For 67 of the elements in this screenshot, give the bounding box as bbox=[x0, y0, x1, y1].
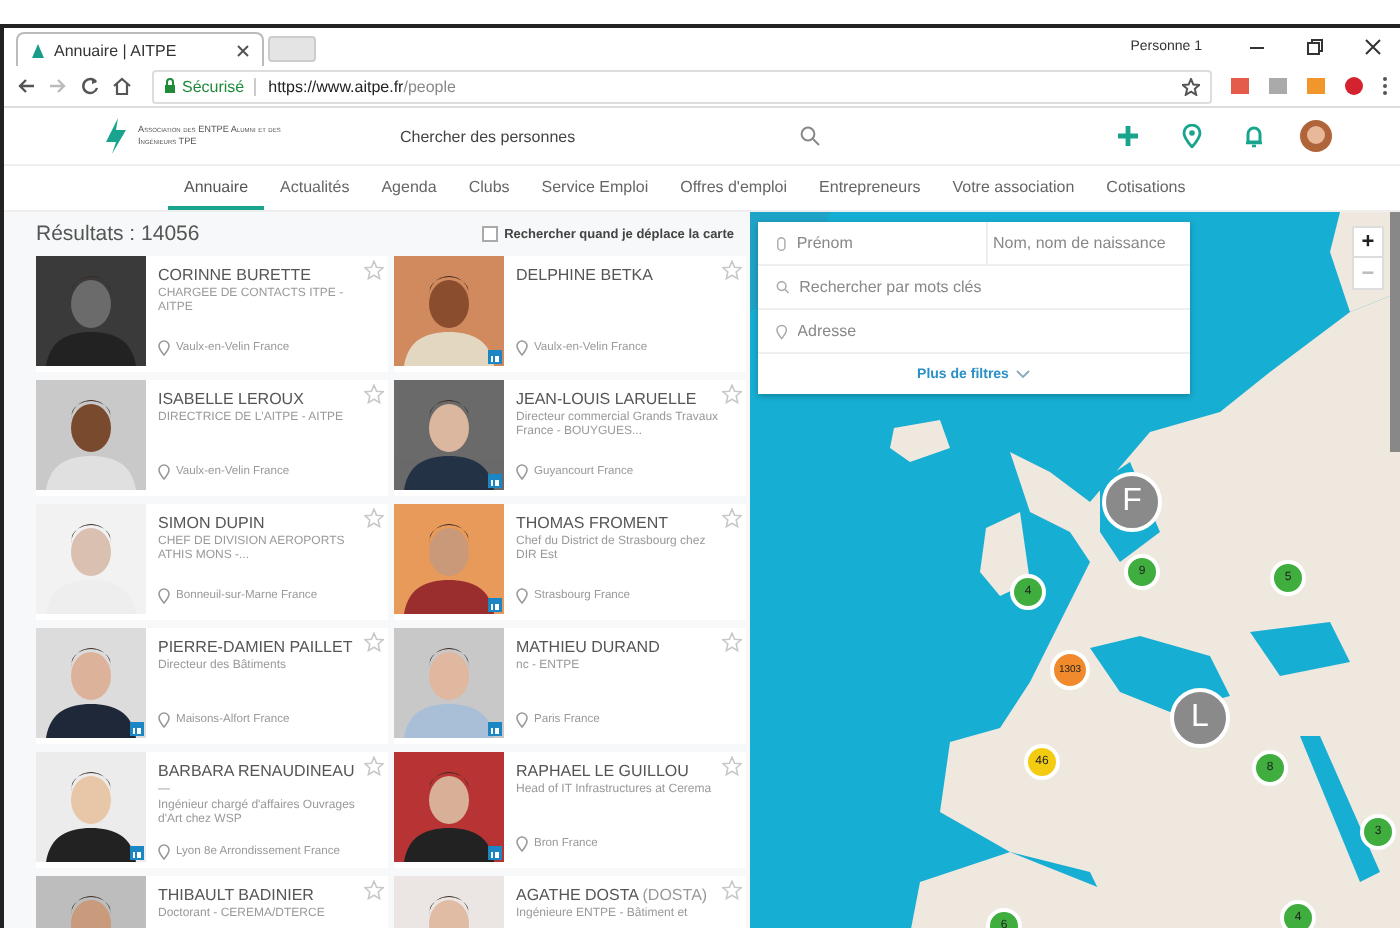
square-icon[interactable] bbox=[488, 350, 502, 364]
location-pin-icon bbox=[158, 464, 170, 480]
close-icon[interactable] bbox=[236, 43, 250, 57]
chevron-down-icon bbox=[1016, 369, 1031, 379]
home-icon[interactable] bbox=[112, 76, 132, 96]
search-field[interactable]: Chercher des personnes bbox=[400, 127, 800, 145]
search-icon bbox=[776, 280, 790, 294]
nav-link[interactable]: Offres d'emploi bbox=[664, 166, 804, 210]
map-pin-icon[interactable] bbox=[1182, 124, 1202, 148]
location-pin-icon bbox=[516, 464, 528, 480]
person-name: CORINNE BURETTE bbox=[158, 266, 313, 284]
bell-icon[interactable] bbox=[1244, 124, 1264, 148]
browser-tab[interactable]: Annuaire | AITPE bbox=[16, 32, 264, 66]
location-pin-icon bbox=[776, 323, 788, 339]
location-pin-icon bbox=[516, 340, 528, 356]
location-pin-icon bbox=[158, 588, 170, 604]
avatar-icon[interactable] bbox=[1300, 120, 1332, 152]
logo-icon[interactable] bbox=[100, 116, 132, 156]
person-name: AGATHE DOSTA (DOSTA) bbox=[516, 886, 710, 904]
menu-icon[interactable] bbox=[1382, 76, 1388, 96]
person-name: JEAN-LOUIS LARUELLE bbox=[516, 390, 699, 408]
person-name: THIBAULT BADINIER bbox=[158, 886, 316, 904]
person-name: BARBARA RENAUDINEAU bbox=[158, 762, 357, 780]
scrollbar[interactable] bbox=[1390, 212, 1400, 452]
last-name-field[interactable]: Nom, nom de naissance bbox=[993, 234, 1184, 252]
square-icon[interactable] bbox=[488, 846, 502, 860]
zoom-in-button[interactable]: + bbox=[1352, 226, 1384, 258]
nav-link[interactable]: Clubs bbox=[452, 166, 526, 210]
star-icon[interactable] bbox=[1182, 77, 1200, 95]
first-name-field[interactable]: Prénom bbox=[796, 234, 967, 252]
nav-link[interactable]: Service Emploi bbox=[525, 166, 665, 210]
location-pin-icon bbox=[516, 588, 528, 604]
person-name: ISABELLE LEROUX bbox=[158, 390, 306, 408]
nav-link[interactable]: Actualités bbox=[264, 166, 366, 210]
person-name: DELPHINE BETKA bbox=[516, 266, 655, 284]
reload-icon[interactable] bbox=[80, 76, 100, 96]
nav-link[interactable]: Votre association bbox=[936, 166, 1091, 210]
nav-link[interactable]: Agenda bbox=[365, 166, 453, 210]
square-icon[interactable] bbox=[488, 598, 502, 612]
person-icon bbox=[776, 235, 787, 251]
nav-link[interactable]: Entrepreneurs bbox=[803, 166, 937, 210]
address-field[interactable]: Sécurisé https://www.aitpe.fr/people bbox=[152, 69, 1212, 103]
square-icon[interactable] bbox=[130, 722, 144, 736]
plus-icon[interactable] bbox=[1116, 124, 1140, 148]
person-name: THOMAS FROMENT bbox=[516, 514, 670, 532]
person-name: RAPHAEL LE GUILLOU bbox=[516, 762, 691, 780]
location-pin-icon bbox=[158, 712, 170, 728]
location-pin-icon bbox=[516, 712, 528, 728]
lock-icon bbox=[164, 78, 176, 94]
back-icon[interactable] bbox=[16, 76, 36, 96]
location-pin-icon bbox=[516, 836, 528, 852]
person-name: PIERRE-DAMIEN PAILLET bbox=[158, 638, 355, 656]
close-icon[interactable] bbox=[1364, 38, 1382, 56]
address-field[interactable]: Adresse bbox=[797, 322, 1172, 340]
square-icon[interactable] bbox=[130, 846, 144, 860]
results-count: Résultats : 14056 bbox=[36, 222, 200, 246]
forward-icon[interactable] bbox=[48, 76, 68, 96]
nav-link[interactable]: Cotisations bbox=[1090, 166, 1202, 210]
keywords-field[interactable]: Rechercher par mots clés bbox=[799, 278, 1172, 296]
search-icon[interactable] bbox=[800, 126, 820, 146]
restore-icon[interactable] bbox=[1306, 38, 1324, 56]
location-pin-icon bbox=[158, 340, 170, 356]
square-icon[interactable] bbox=[488, 722, 502, 736]
location-pin-icon bbox=[158, 844, 170, 860]
person-name: MATHIEU DURAND bbox=[516, 638, 662, 656]
square-icon[interactable] bbox=[488, 474, 502, 488]
person-name: SIMON DUPIN bbox=[158, 514, 267, 532]
